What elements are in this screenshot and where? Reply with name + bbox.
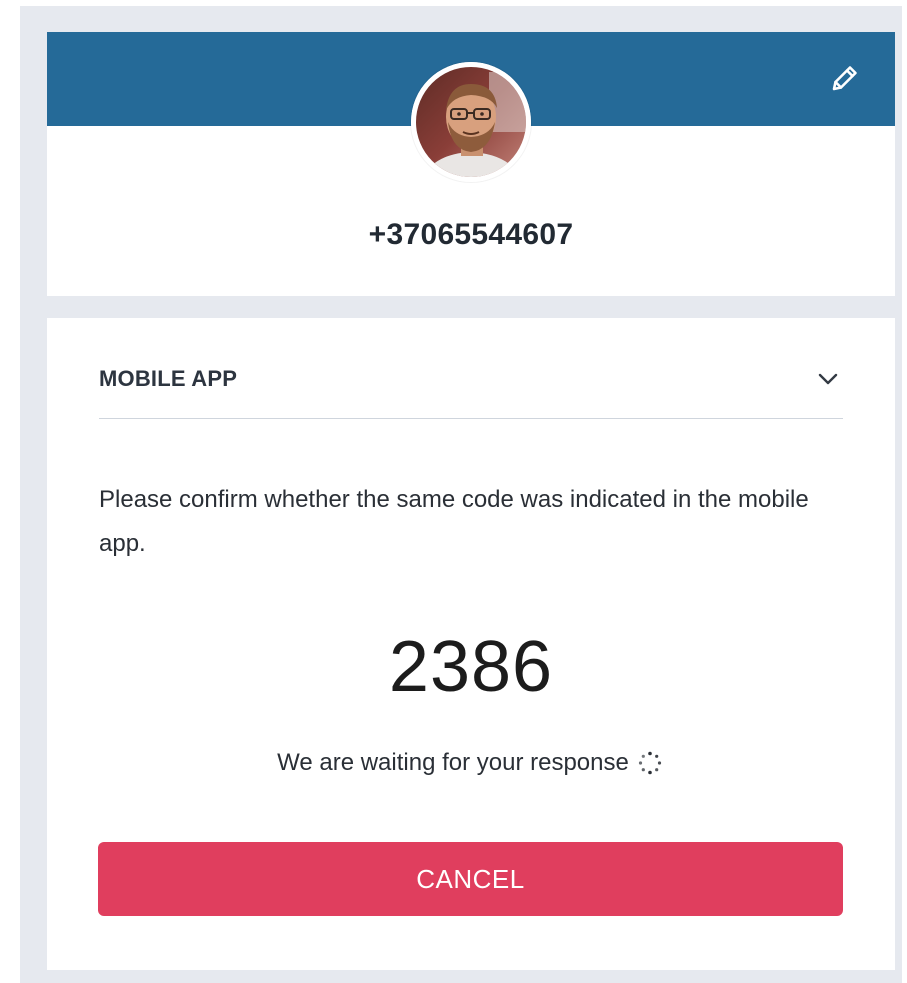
method-selector[interactable]: MOBILE APP [99,340,843,419]
user-photo-icon [411,62,531,182]
phone-number: +37065544607 [368,218,574,251]
avatar [411,62,531,182]
pencil-icon [832,66,857,91]
loading-spinner-icon [635,748,665,778]
method-label: MOBILE APP [99,366,238,391]
waiting-text: We are waiting for your response [277,749,629,776]
chevron-down-icon[interactable] [813,364,843,394]
profile-card: +37065544607 [47,32,895,296]
waiting-status: We are waiting for your response [47,748,895,778]
edit-button[interactable] [821,56,867,102]
verification-code: 2386 [388,627,554,707]
confirmation-card: MOBILE APP Please confirm whether the sa… [47,318,895,970]
cancel-button[interactable]: CANCEL [98,842,843,916]
instruction-text: Please confirm whether the same code was… [99,486,809,557]
